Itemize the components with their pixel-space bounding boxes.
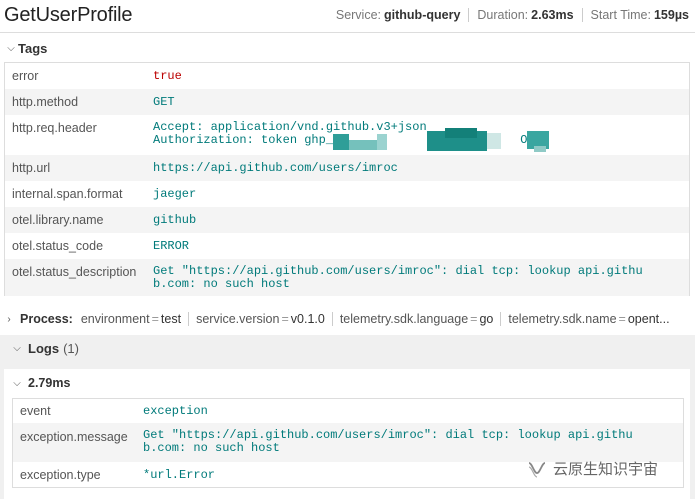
tags-toggle[interactable]: ⌵ Tags [4,40,47,56]
tag-key: http.req.header [12,121,97,135]
tag-key: otel.status_description [12,265,137,279]
process-item: environment = test [80,312,182,326]
process-divider [500,312,502,326]
chevron-down-icon: ⌵ [7,42,15,54]
log-entry-time: 2.79ms [28,376,71,390]
header-divider [0,32,695,33]
log-entry-toggle[interactable]: ⌵ 2.79ms [10,376,70,390]
process-item: telemetry.sdk.name = opent... [508,312,670,326]
tag-value: Get "https://api.github.com/users/imroc"… [153,264,643,291]
duration-label: Duration: [477,8,529,22]
chevron-down-icon: ⌵ [13,343,21,354]
service-value: github-query [384,8,461,22]
log-key: exception.type [20,468,101,482]
meta-divider [581,8,583,22]
chevron-right-icon: › [7,313,11,325]
log-key: exception.message [20,430,128,444]
tag-key: error [12,69,39,83]
logs-label: Logs [28,341,60,356]
span-header: GetUserProfile Service: github-query Dur… [0,0,695,30]
log-value: Get "https://api.github.com/users/imroc"… [143,428,633,455]
process-divider [331,312,333,326]
start-time-label: Start Time: [590,8,651,22]
logs-count: (1) [63,341,79,356]
tag-value: jaeger [153,187,197,201]
meta-divider [468,8,470,22]
process-bar[interactable]: › Process: environment = test service.vers… [0,307,695,331]
table-row: http.method GET [5,89,689,115]
chevron-down-icon: ⌵ [13,377,21,389]
table-row: http.url https://api.github.com/users/im… [5,155,689,181]
log-value: exception [143,404,208,418]
log-key: event [20,404,51,418]
watermark-text: 云原生知识宇宙 [553,461,659,478]
table-row: otel.status_description Get "https://api… [5,259,689,296]
wechat-channel-icon [528,461,546,478]
process-label: Process: [20,312,73,326]
tag-value: github [153,213,197,227]
table-row: exception.message Get "https://api.githu… [13,423,683,462]
span-title: GetUserProfile [4,3,133,26]
span-meta: Service: github-query Duration: 2.63ms S… [336,8,689,22]
tags-label: Tags [18,40,48,56]
process-item: telemetry.sdk.language = go [339,312,494,326]
tag-key: http.method [12,95,79,109]
tag-key: otel.library.name [12,213,104,227]
table-row: error true [5,63,689,89]
tag-value: GET [153,95,175,109]
logs-toggle[interactable]: ⌵ Logs (1) [10,341,79,356]
table-row: otel.status_code ERROR [5,233,689,259]
service-label: Service: [335,8,382,22]
duration-value: 2.63ms [531,8,574,22]
tag-key: internal.span.format [12,187,123,201]
table-row: internal.span.format jaeger [5,181,689,207]
tag-key: http.url [12,161,51,175]
log-value: *url.Error [143,468,216,482]
start-time-value: 159µs [653,8,689,22]
process-divider [188,312,190,326]
watermark: 云原生知识宇宙 [527,458,658,479]
tags-table: error true http.method GET http.req.head… [4,62,690,296]
table-row: otel.library.name github [5,207,689,233]
table-row: event exception [13,399,683,423]
process-item: service.version = v0.1.0 [196,312,325,326]
tag-value: true [153,69,182,83]
tag-value: https://api.github.com/users/imroc [153,161,398,175]
tag-value: ERROR [153,239,190,253]
tag-key: otel.status_code [12,239,104,253]
